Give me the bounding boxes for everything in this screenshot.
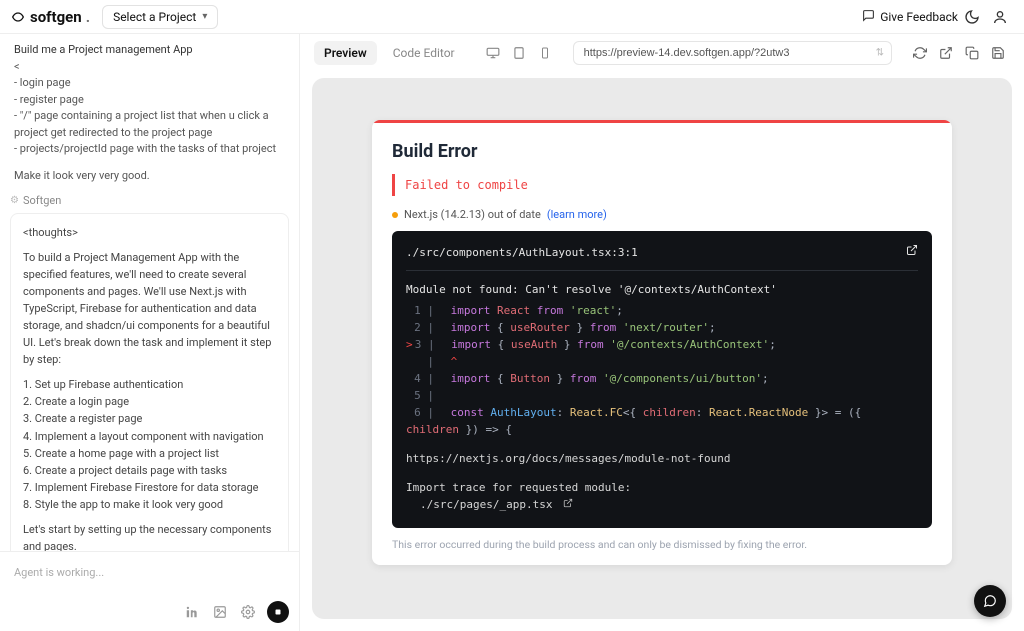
error-code-block: ./src/components/AuthLayout.tsx:3:1 Modu… (392, 231, 932, 528)
chevron-down-icon: ▾ (202, 11, 207, 22)
theme-toggle-button[interactable] (958, 3, 986, 31)
settings-icon[interactable] (239, 603, 257, 621)
thoughts-body: To build a Project Management App with t… (23, 249, 276, 368)
brand-logo: softgen. (10, 8, 90, 26)
chat-panel: Build me a Project management App < - lo… (0, 34, 300, 631)
import-trace-file[interactable]: ./src/pages/_app.tsx (406, 496, 918, 514)
step-line: 2. Create a login page (23, 395, 129, 408)
thoughts-start: Let's start by setting up the necessary … (23, 521, 276, 551)
import-trace-label: Import trace for requested module: (406, 479, 918, 496)
chat-input-area: Agent is working... (0, 551, 299, 631)
open-external-button[interactable] (934, 41, 958, 65)
agent-response-card: <thoughts> To build a Project Management… (10, 213, 289, 551)
warning-dot-icon (392, 212, 398, 218)
step-line: 7. Implement Firebase Firestore for data… (23, 481, 258, 494)
tab-preview[interactable]: Preview (314, 41, 377, 65)
refresh-button[interactable] (908, 41, 932, 65)
error-footer: This error occurred during the build pro… (392, 528, 932, 551)
user-prompt-closing: Make it look very very good. (14, 168, 285, 185)
tab-code-editor[interactable]: Code Editor (383, 41, 465, 65)
url-bar[interactable]: ⇅ (573, 41, 892, 65)
preview-toolbar: Preview Code Editor ⇅ (300, 34, 1024, 72)
error-file-path: ./src/components/AuthLayout.tsx:3:1 (406, 244, 638, 261)
step-line: 6. Create a project details page with ta… (23, 464, 227, 477)
docs-link[interactable]: https://nextjs.org/docs/messages/module-… (406, 450, 918, 467)
user-prompt-line: - register page (14, 92, 285, 109)
user-prompt-angle: < (14, 59, 285, 76)
code-line: 6 | const AuthLayout: React.FC<{ childre… (406, 404, 918, 438)
preview-panel: Preview Code Editor ⇅ (300, 34, 1024, 631)
user-prompt-line: - projects/projectId page with the tasks… (14, 141, 285, 158)
gear-icon: ⚙ (10, 195, 19, 206)
step-line: 5. Create a home page with a project lis… (23, 447, 219, 460)
image-icon[interactable] (211, 603, 229, 621)
user-prompt-line: - "/" page containing a project list tha… (14, 108, 285, 141)
agent-input-status: Agent is working... (10, 566, 289, 579)
code-line: 5 | (406, 387, 918, 404)
thoughts-open-tag: <thoughts> (23, 224, 276, 241)
save-button[interactable] (986, 41, 1010, 65)
device-tablet-button[interactable] (507, 41, 531, 65)
url-input[interactable] (573, 41, 892, 65)
chevron-up-down-icon: ⇅ (876, 48, 884, 59)
agent-name-label: ⚙ Softgen (10, 192, 289, 213)
give-feedback-button[interactable]: Give Feedback (862, 9, 958, 25)
help-chat-button[interactable] (974, 585, 1006, 617)
top-bar: softgen. Select a Project ▾ Give Feedbac… (0, 0, 1024, 34)
device-desktop-button[interactable] (481, 41, 505, 65)
module-not-found-message: Module not found: Can't resolve '@/conte… (406, 281, 918, 298)
code-line: 1 | import React from 'react'; (406, 302, 918, 319)
stop-button[interactable] (267, 601, 289, 623)
user-prompt-line: - login page (14, 75, 285, 92)
code-line: 2 | import { useRouter } from 'next/rout… (406, 319, 918, 336)
brand-name: softgen (30, 8, 82, 26)
outdate-row: Next.js (14.2.13) out of date (learn mor… (392, 208, 932, 221)
step-line: 4. Implement a layout component with nav… (23, 430, 264, 443)
linkedin-icon[interactable] (183, 603, 201, 621)
learn-more-link[interactable]: (learn more) (547, 208, 607, 221)
code-line: >3 | import { useAuth } from '@/contexts… (406, 336, 918, 353)
error-title: Build Error (392, 141, 932, 162)
give-feedback-label: Give Feedback (880, 10, 958, 24)
open-in-editor-button[interactable] (906, 243, 918, 262)
chat-icon (862, 9, 875, 25)
project-selector[interactable]: Select a Project ▾ (102, 5, 218, 29)
step-line: 8. Style the app to make it look very go… (23, 498, 223, 511)
user-menu-button[interactable] (986, 3, 1014, 31)
outdate-text: Next.js (14.2.13) out of date (404, 208, 541, 221)
device-mobile-button[interactable] (533, 41, 557, 65)
copy-button[interactable] (960, 41, 984, 65)
user-prompt: Build me a Project management App < - lo… (10, 40, 289, 192)
project-selector-label: Select a Project (113, 10, 196, 24)
brand-mark-icon (10, 9, 26, 25)
step-line: 3. Create a register page (23, 412, 142, 425)
preview-frame: Build Error Failed to compile Next.js (1… (312, 78, 1012, 619)
user-prompt-title: Build me a Project management App (14, 42, 285, 59)
step-line: 1. Set up Firebase authentication (23, 378, 183, 391)
code-line: | ^ (406, 353, 918, 370)
code-line: 4 | import { Button } from '@/components… (406, 370, 918, 387)
compile-fail-message: Failed to compile (392, 174, 932, 196)
open-external-icon (563, 500, 573, 511)
build-error-card: Build Error Failed to compile Next.js (1… (372, 120, 952, 565)
